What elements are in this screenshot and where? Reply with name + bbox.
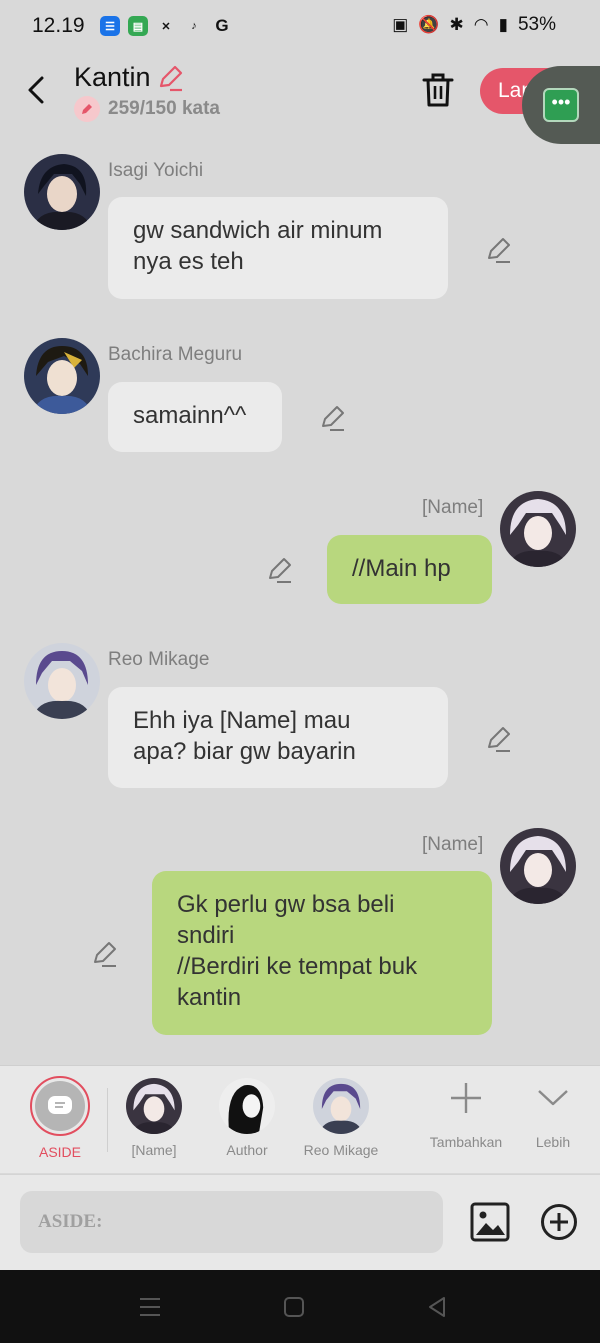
- outlook-icon: ☰: [100, 16, 120, 36]
- floating-chat-bubble[interactable]: •••: [522, 66, 600, 144]
- chat-bubble[interactable]: gw sandwich air minum nya es teh: [108, 197, 448, 299]
- more-icon: •••: [543, 88, 579, 122]
- back-arrow-icon[interactable]: [22, 72, 52, 108]
- bluetooth-icon: ✱: [449, 15, 464, 34]
- message-line: sndiri: [177, 922, 235, 949]
- tray-label: Reo Mikage: [303, 1142, 379, 1158]
- message-line: Ehh iya [Name] mau: [133, 707, 351, 734]
- message-line: samainn^^: [133, 402, 247, 429]
- avatar: [313, 1078, 369, 1134]
- google-icon: G: [215, 16, 229, 35]
- tray-label: Author: [226, 1142, 268, 1158]
- edit-title-icon[interactable]: [156, 64, 184, 92]
- recent-apps-icon[interactable]: [137, 1294, 163, 1320]
- message-input[interactable]: [20, 1191, 443, 1253]
- status-bar: 12.19 ☰ ▤ ✕ ♪ G ▣ 🔕 ✱ ◠ ▮ 53%: [0, 0, 600, 56]
- add-circle-icon[interactable]: [540, 1203, 578, 1241]
- chat-bubble[interactable]: //Main hp: [327, 535, 492, 604]
- image-icon[interactable]: [470, 1202, 510, 1242]
- chat-header: Kantin 259/150 kata Lanjut: [0, 56, 600, 128]
- notification-icons: ☰ ▤ ✕ ♪ G: [100, 16, 232, 36]
- back-icon[interactable]: [424, 1294, 450, 1320]
- add-character-button[interactable]: Tambahkan: [420, 1080, 512, 1150]
- avatar-name[interactable]: [500, 828, 576, 904]
- word-count-icon: [74, 96, 100, 122]
- messages-icon: ▤: [128, 16, 148, 36]
- screen-record-icon: ▣: [392, 15, 409, 34]
- edit-message-icon[interactable]: [265, 556, 293, 584]
- tray-item-name[interactable]: [Name]: [122, 1078, 186, 1158]
- tray-item-aside[interactable]: ASIDE: [28, 1076, 92, 1160]
- avatar-reo[interactable]: [24, 643, 100, 719]
- chat-bubble[interactable]: Gk perlu gw bsa beli sndiri //Berdiri ke…: [152, 871, 492, 1035]
- capcut-icon: ✕: [161, 20, 171, 33]
- word-count: 259/150 kata: [74, 96, 220, 122]
- chat-bubble[interactable]: Ehh iya [Name] mau apa? biar gw bayarin: [108, 687, 448, 788]
- edit-message-icon[interactable]: [90, 940, 118, 968]
- more-button[interactable]: Lebih: [524, 1080, 582, 1150]
- system-nav-bar: [0, 1270, 600, 1343]
- tiktok-icon: ♪: [191, 20, 197, 32]
- system-icons: ▣ 🔕 ✱ ◠ ▮ 53%: [392, 14, 556, 36]
- message-line: Gk perlu gw bsa beli: [177, 891, 395, 918]
- avatar: [126, 1078, 182, 1134]
- page-title: Kantin: [74, 62, 151, 92]
- wifi-icon: ◠: [473, 15, 489, 34]
- mute-icon: 🔕: [418, 15, 440, 34]
- home-icon[interactable]: [281, 1294, 307, 1320]
- message-line: gw sandwich air minum: [133, 217, 383, 244]
- sender-name: [Name]: [422, 497, 484, 518]
- aside-icon: [35, 1081, 85, 1131]
- word-count-text: 259/150 kata: [108, 98, 220, 119]
- character-tray: ASIDE [Name] Author Reo Mikage Tambahkan…: [0, 1065, 600, 1173]
- sender-name: Isagi Yoichi: [108, 160, 204, 181]
- aside-selector: [30, 1076, 90, 1136]
- message-line: kantin: [177, 984, 242, 1011]
- edit-message-icon[interactable]: [484, 725, 512, 753]
- avatar: [219, 1078, 275, 1134]
- message-line: //Berdiri ke tempat buk: [177, 953, 418, 980]
- tray-item-reo-mikage[interactable]: Reo Mikage: [296, 1078, 386, 1158]
- tray-label: Lebih: [535, 1134, 571, 1150]
- sender-name: [Name]: [422, 834, 484, 855]
- composer: [0, 1174, 600, 1270]
- plus-icon: [451, 1083, 481, 1113]
- sender-name: Bachira Meguru: [108, 344, 243, 365]
- message-line: //Main hp: [352, 555, 451, 582]
- message-line: apa? biar gw bayarin: [133, 738, 356, 765]
- edit-message-icon[interactable]: [484, 236, 512, 264]
- avatar-name[interactable]: [500, 491, 576, 567]
- sender-name: Reo Mikage: [108, 649, 210, 670]
- chat-bubble[interactable]: samainn^^: [108, 382, 282, 452]
- tray-label: [Name]: [131, 1142, 177, 1158]
- edit-message-icon[interactable]: [318, 404, 346, 432]
- signal-icon: ▮: [498, 15, 508, 34]
- avatar-isagi[interactable]: [24, 154, 100, 230]
- tray-item-author[interactable]: Author: [212, 1078, 282, 1158]
- message-line: nya es teh: [133, 248, 244, 275]
- chevron-down-icon: [538, 1090, 568, 1106]
- tray-divider: [107, 1088, 108, 1152]
- trash-icon[interactable]: [420, 71, 456, 109]
- tray-label: Tambahkan: [429, 1134, 503, 1150]
- avatar-bachira[interactable]: [24, 338, 100, 414]
- battery-level: 53%: [517, 14, 556, 35]
- status-time: 12.19: [32, 14, 85, 37]
- tray-label: ASIDE: [38, 1144, 81, 1160]
